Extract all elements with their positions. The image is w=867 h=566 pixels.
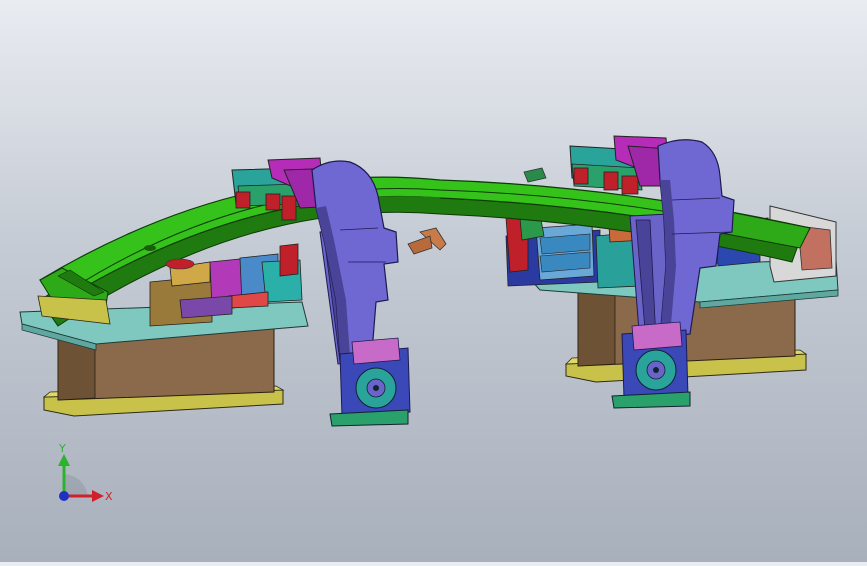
y-axis-label: Y: [58, 442, 66, 455]
z-axis-dot: [59, 491, 69, 501]
y-axis-arrow: [58, 454, 70, 466]
assembly-model: [19, 135, 839, 427]
3d-model-viewport[interactable]: [0, 0, 867, 562]
x-axis-label: X: [105, 490, 113, 503]
x-axis-arrow: [92, 490, 104, 502]
orientation-triad: Y X: [40, 436, 120, 516]
